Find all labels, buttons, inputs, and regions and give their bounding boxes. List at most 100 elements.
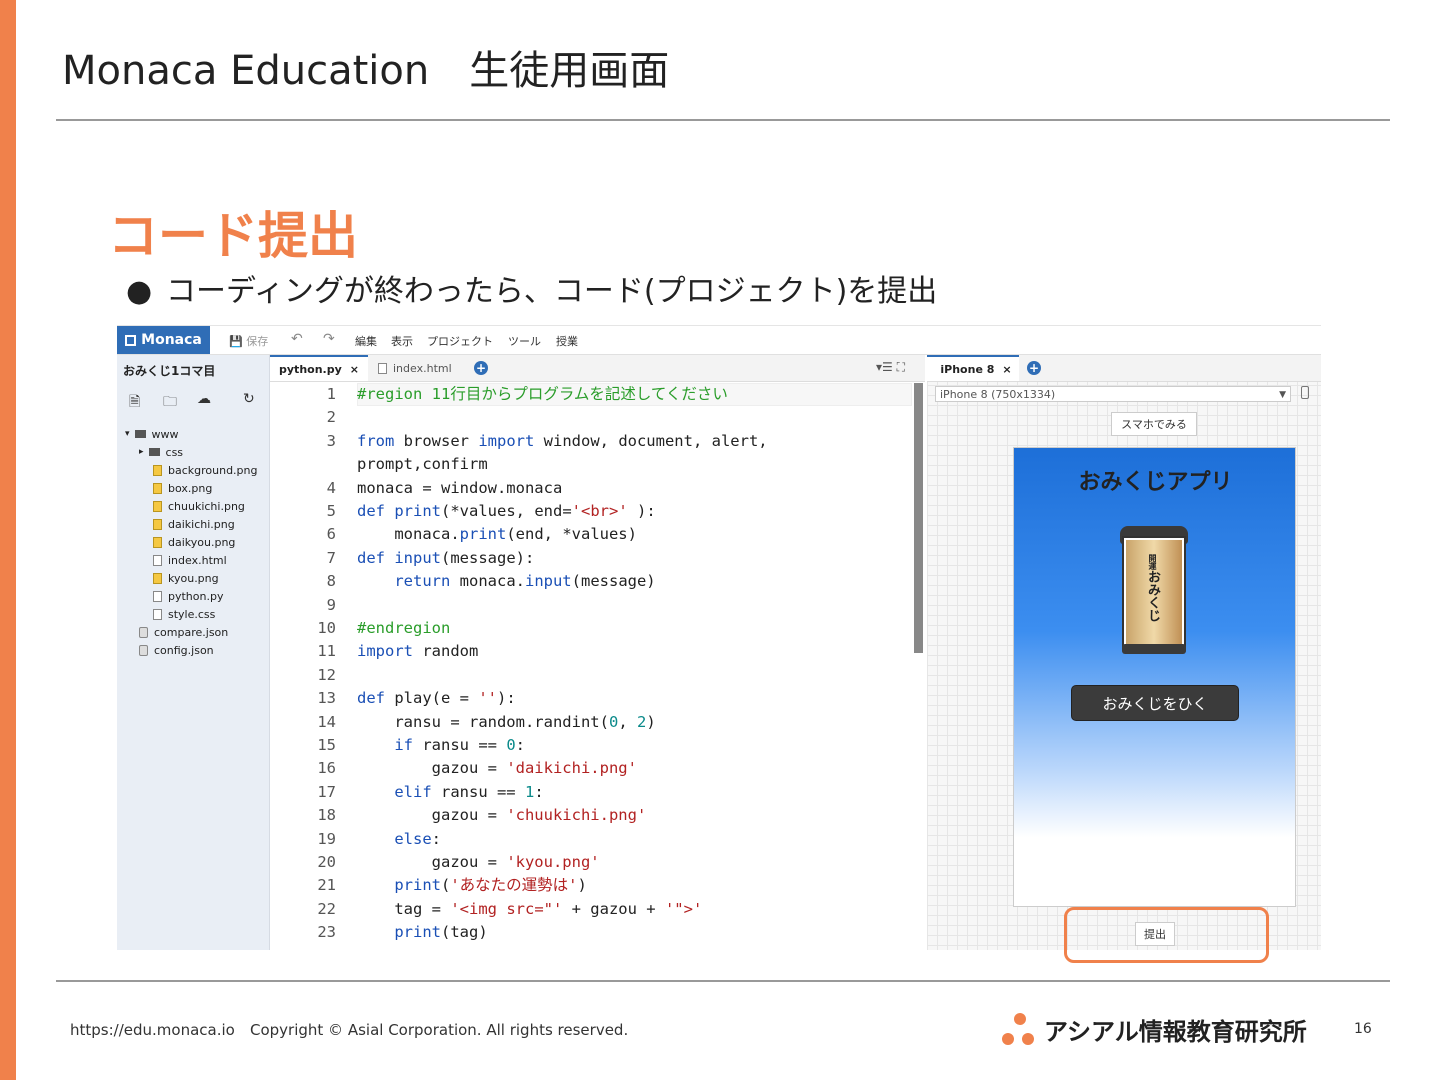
file-tree-item[interactable]: box.png	[153, 479, 212, 497]
file-tree-item[interactable]: daikyou.png	[153, 533, 235, 551]
file-tree-item[interactable]: ▾ www	[125, 425, 179, 443]
file-tree-item[interactable]: daikichi.png	[153, 515, 235, 533]
code-editor[interactable]: python.py × index.html + ▾☰ ⛶ 1 #region 11…	[270, 355, 925, 950]
code-text: #endregion	[357, 619, 451, 637]
file-tree-label: python.py	[168, 589, 224, 603]
upload-icon[interactable]: ☁	[197, 391, 211, 407]
title-divider	[56, 119, 1390, 121]
line-number: 18	[317, 806, 336, 825]
line-number: 3	[326, 431, 336, 450]
code-line: 15 if ransu == 0:	[270, 734, 910, 757]
file-tree-label: css	[165, 445, 184, 459]
file-icon	[153, 608, 162, 620]
code-line: 1 #region 11行目からプログラムを記述してください	[270, 383, 910, 406]
file-tree-item[interactable]: chuukichi.png	[153, 497, 245, 515]
redo-icon[interactable]: ↷	[323, 331, 335, 347]
file-tree-label: www	[151, 427, 179, 441]
code-text: monaca.print(end, *values)	[357, 525, 637, 544]
editor-tools-icon[interactable]: ▾☰ ⛶	[876, 360, 905, 375]
code-line: 4 monaca = window.monaca	[270, 477, 910, 500]
omikuji-box-image: 開運おみくじ	[1120, 526, 1188, 656]
code-line: 7 def input(message):	[270, 547, 910, 570]
draw-omikuji-button[interactable]: おみくじをひく	[1071, 685, 1239, 721]
file-tree-item[interactable]: index.html	[153, 551, 227, 569]
code-text: #region 11行目からプログラムを記述してください	[357, 385, 728, 403]
menu-edit[interactable]: 編集	[355, 333, 377, 349]
code-line: 10 #endregion	[270, 617, 910, 640]
file-tree-item[interactable]: kyou.png	[153, 569, 219, 587]
chevron-down-icon: ▼	[1279, 390, 1286, 400]
line-number: 6	[326, 525, 336, 544]
device-select[interactable]: iPhone 8 (750x1334) ▼	[935, 386, 1291, 402]
html-file-icon	[378, 362, 387, 374]
code-text: from browser import window, document, al…	[357, 431, 768, 450]
code-line: 9	[270, 594, 910, 617]
code-text: print(tag)	[394, 923, 488, 942]
expand-arrow-icon[interactable]: ▾	[125, 429, 130, 439]
view-on-phone-button[interactable]: スマホでみる	[1111, 412, 1197, 436]
footer-url[interactable]: https://edu.monaca.io	[70, 1021, 235, 1039]
file-tree-item[interactable]: background.png	[153, 461, 258, 479]
tab-python-py[interactable]: python.py ×	[270, 355, 368, 381]
line-number: 5	[326, 502, 336, 520]
menu-project[interactable]: プロジェクト	[427, 333, 493, 349]
monaca-logo[interactable]: Monaca	[117, 326, 210, 354]
new-file-icon[interactable]: 🗎	[129, 391, 140, 415]
code-line: 11 import random	[270, 640, 910, 663]
line-number: 17	[317, 782, 336, 801]
code-area[interactable]: 1 #region 11行目からプログラムを記述してください 2 3 from brow…	[270, 383, 925, 950]
footer-copyright: Copyright © Asial Corporation. All right…	[250, 1021, 629, 1039]
box-bottom	[1122, 644, 1186, 654]
preview-panel: iPhone 8 × + iPhone 8 (750x1334) ▼ スマホでみる …	[927, 355, 1321, 950]
tab-index-html[interactable]: index.html	[378, 355, 468, 381]
line-number: 14	[317, 712, 336, 731]
accent-bar	[0, 0, 16, 1080]
file-tree-item[interactable]: config.json	[139, 641, 214, 659]
logo-dots-icon	[1002, 1012, 1038, 1047]
file-tree-label: index.html	[168, 553, 227, 567]
undo-icon[interactable]: ↶	[291, 331, 303, 347]
code-line: 3 from browser import window, document, a…	[270, 430, 910, 453]
code-text: tag = '<img src="' + gazou + '">'	[357, 899, 703, 918]
code-line: 23 print(tag)	[270, 921, 910, 944]
code-text: if ransu == 0:	[394, 736, 526, 754]
code-line: 13 def play(e = ''):	[270, 687, 910, 710]
tab-label: index.html	[393, 361, 452, 375]
line-number: 4	[326, 478, 336, 497]
add-device-icon[interactable]: +	[1027, 361, 1041, 375]
code-text: def play(e = ''):	[357, 689, 516, 708]
line-number: 2	[326, 408, 336, 427]
code-line: 12	[270, 664, 910, 687]
menu-class[interactable]: 授業	[556, 333, 578, 349]
section-title: コード提出	[108, 207, 358, 265]
menu-tools[interactable]: ツール	[508, 333, 541, 349]
new-folder-icon[interactable]: 🗀	[163, 391, 177, 415]
tab-label: iPhone 8	[940, 362, 995, 376]
refresh-icon[interactable]: ↻	[243, 391, 255, 407]
line-number: 19	[317, 829, 336, 848]
line-number: 8	[326, 572, 336, 591]
expand-arrow-icon[interactable]: ▸	[139, 447, 144, 457]
code-line: 2	[270, 406, 910, 429]
save-label: 保存	[246, 335, 269, 348]
line-number: 10	[317, 619, 336, 637]
close-icon[interactable]: ×	[350, 363, 359, 376]
close-icon[interactable]: ×	[1002, 363, 1011, 376]
scrollbar[interactable]	[914, 383, 923, 653]
tab-iphone8[interactable]: iPhone 8 ×	[927, 355, 1019, 381]
box-label-main: おみくじ	[1145, 570, 1160, 622]
file-tree-item[interactable]: style.css	[153, 605, 215, 623]
save-button[interactable]: 💾 保存	[229, 333, 268, 349]
logo-text: アシアル情報教育研究所	[1044, 1018, 1307, 1046]
add-tab-icon[interactable]: +	[474, 361, 488, 375]
file-tree-item[interactable]: compare.json	[139, 623, 228, 641]
phone-icon[interactable]	[1301, 386, 1309, 399]
config-file-icon	[139, 644, 148, 656]
file-tree-label: chuukichi.png	[168, 499, 245, 513]
box-label-small: 開運	[1148, 554, 1157, 570]
file-tree-label: background.png	[168, 463, 258, 477]
code-line: 22 tag = '<img src="' + gazou + '">'	[270, 898, 910, 921]
file-tree-item[interactable]: python.py	[153, 587, 223, 605]
menu-view[interactable]: 表示	[391, 333, 413, 349]
file-tree-item[interactable]: ▸ css	[139, 443, 183, 461]
